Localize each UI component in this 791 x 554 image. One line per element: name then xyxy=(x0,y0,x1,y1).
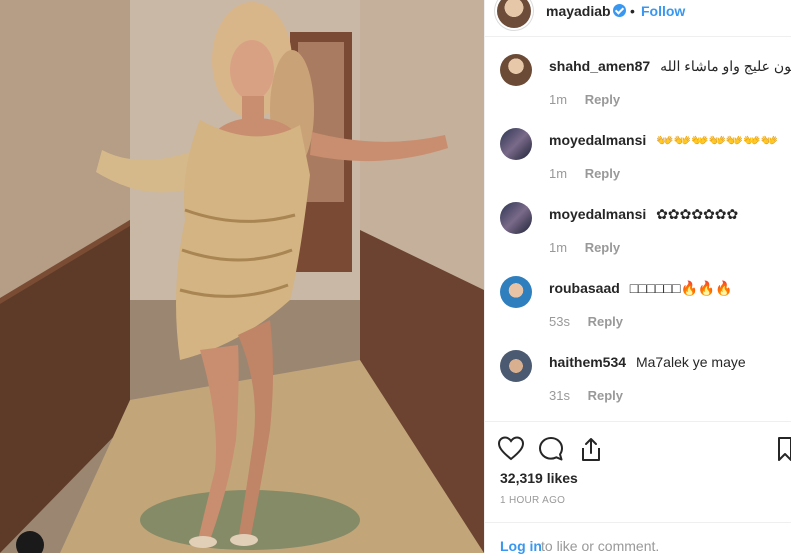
post-side-panel: mayadiab • Follow shahd_amen87 اللون علي… xyxy=(484,0,791,554)
comment-text-row: moyedalmansi ✿✿✿✿✿✿✿ xyxy=(549,206,738,223)
heart-icon[interactable] xyxy=(498,436,524,462)
comment-item: shahd_amen87 اللون عليج واو ماشاء الله 1… xyxy=(485,54,791,128)
commenter-avatar[interactable] xyxy=(500,54,532,86)
comment-meta: 1m Reply xyxy=(549,92,620,107)
comment-text-row: moyedalmansi 👐👐👐👐👐👐👐 xyxy=(549,132,778,149)
commenter-username[interactable]: roubasaad xyxy=(549,280,620,296)
commenter-avatar[interactable] xyxy=(500,350,532,382)
reply-button[interactable]: Reply xyxy=(585,166,620,181)
post-photo[interactable] xyxy=(0,0,484,553)
comment-meta: 1m Reply xyxy=(549,166,620,181)
reply-button[interactable]: Reply xyxy=(588,388,623,403)
comment-time: 31s xyxy=(549,388,570,403)
comment-time: 1m xyxy=(549,240,568,255)
commenter-username[interactable]: moyedalmansi xyxy=(549,206,646,222)
comment-icon[interactable] xyxy=(538,436,564,462)
share-icon[interactable] xyxy=(578,436,604,462)
comment-item: moyedalmansi 👐👐👐👐👐👐👐 1m Reply xyxy=(485,128,791,202)
commenter-avatar[interactable] xyxy=(500,202,532,234)
commenter-avatar[interactable] xyxy=(500,276,532,308)
login-prompt: Log in to like or comment. xyxy=(485,522,791,554)
post-username[interactable]: mayadiab xyxy=(546,3,611,19)
comment-body: اللون عليج واو ماشاء الله xyxy=(660,58,791,74)
post-time[interactable]: 1 HOUR AGO xyxy=(500,495,565,506)
commenter-username[interactable]: shahd_amen87 xyxy=(549,58,650,74)
likes-count[interactable]: 32,319 likes xyxy=(500,470,578,486)
reply-button[interactable]: Reply xyxy=(585,92,620,107)
comment-meta: 1m Reply xyxy=(549,240,620,255)
header-separator: • xyxy=(630,3,635,19)
bookmark-icon[interactable] xyxy=(777,436,791,462)
comment-time: 53s xyxy=(549,314,570,329)
comment-text-row: shahd_amen87 اللون عليج واو ماشاء الله xyxy=(549,58,791,75)
comment-body: 👐👐👐👐👐👐👐 xyxy=(656,132,779,148)
post-photo-illustration xyxy=(0,0,484,553)
verified-badge-icon xyxy=(613,4,626,17)
comment-item: roubasaad □□□□□□🔥🔥🔥 53s Reply xyxy=(485,276,791,350)
comment-text-row: roubasaad □□□□□□🔥🔥🔥 xyxy=(549,280,733,297)
comment-item: moyedalmansi ✿✿✿✿✿✿✿ 1m Reply xyxy=(485,202,791,276)
follow-button[interactable]: Follow xyxy=(641,3,685,19)
reply-button[interactable]: Reply xyxy=(588,314,623,329)
comment-body: ✿✿✿✿✿✿✿ xyxy=(656,206,739,222)
avatar[interactable] xyxy=(497,0,531,28)
login-prompt-text: to like or comment. xyxy=(541,538,660,554)
comment-time: 1m xyxy=(549,166,568,181)
post-header: mayadiab • Follow xyxy=(485,0,791,37)
reply-button[interactable]: Reply xyxy=(585,240,620,255)
comment-meta: 31s Reply xyxy=(549,388,623,403)
commenter-username[interactable]: moyedalmansi xyxy=(549,132,646,148)
comment-time: 1m xyxy=(549,92,568,107)
comment-body: Ma7alek ye maye xyxy=(635,354,746,370)
commenter-avatar[interactable] xyxy=(500,128,532,160)
comment-text-row: haithem534 Ma7alek ye maye xyxy=(549,354,746,370)
comment-meta: 53s Reply xyxy=(549,314,623,329)
comment-item: haithem534 Ma7alek ye maye 31s Reply xyxy=(485,350,791,424)
login-link[interactable]: Log in xyxy=(500,538,542,554)
commenter-username[interactable]: haithem534 xyxy=(549,354,626,370)
comment-body: □□□□□□🔥🔥🔥 xyxy=(629,280,733,296)
photo-nav-button[interactable] xyxy=(16,531,44,553)
post-actions: 32,319 likes 1 HOUR AGO Log in to like o… xyxy=(485,421,791,554)
